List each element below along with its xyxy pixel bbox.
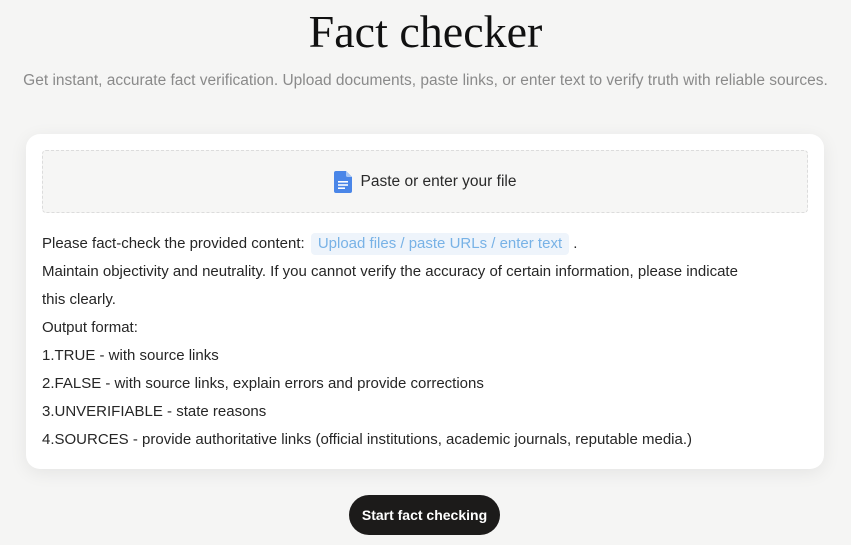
prompt-text[interactable]: Please fact-check the provided content: … (42, 230, 812, 454)
format-item-true: 1.TRUE - with source links (42, 347, 219, 364)
prompt-intro-end: . (573, 235, 578, 252)
prompt-line-clarity: this clearly. (42, 291, 116, 308)
prompt-line-intro: Please fact-check the provided content: … (42, 230, 812, 258)
prompt-line-output-format: Output format: (42, 319, 138, 336)
format-item-sources: 4.SOURCES - provide authoritative links … (42, 431, 693, 448)
fact-check-card: Paste or enter your file Please fact-che… (26, 134, 824, 469)
page-subtitle: Get instant, accurate fact verification.… (23, 72, 828, 89)
format-item-false: 2.FALSE - with source links, explain err… (42, 375, 484, 392)
prompt-line-objectivity: Maintain objectivity and neutrality. If … (42, 263, 738, 280)
content-input-chip[interactable]: Upload files / paste URLs / enter text (310, 233, 570, 255)
start-fact-checking-button[interactable]: Start fact checking (349, 495, 500, 535)
page-title: Fact checker (308, 6, 543, 57)
file-dropzone[interactable]: Paste or enter your file (42, 150, 808, 213)
document-icon (333, 170, 352, 193)
prompt-intro: Please fact-check the provided content: (42, 235, 305, 252)
dropzone-label: Paste or enter your file (360, 172, 517, 190)
fact-checker-page: Fact checker Get instant, accurate fact … (0, 0, 851, 545)
format-item-unverifiable: 3.UNVERIFIABLE - state reasons (42, 403, 267, 420)
